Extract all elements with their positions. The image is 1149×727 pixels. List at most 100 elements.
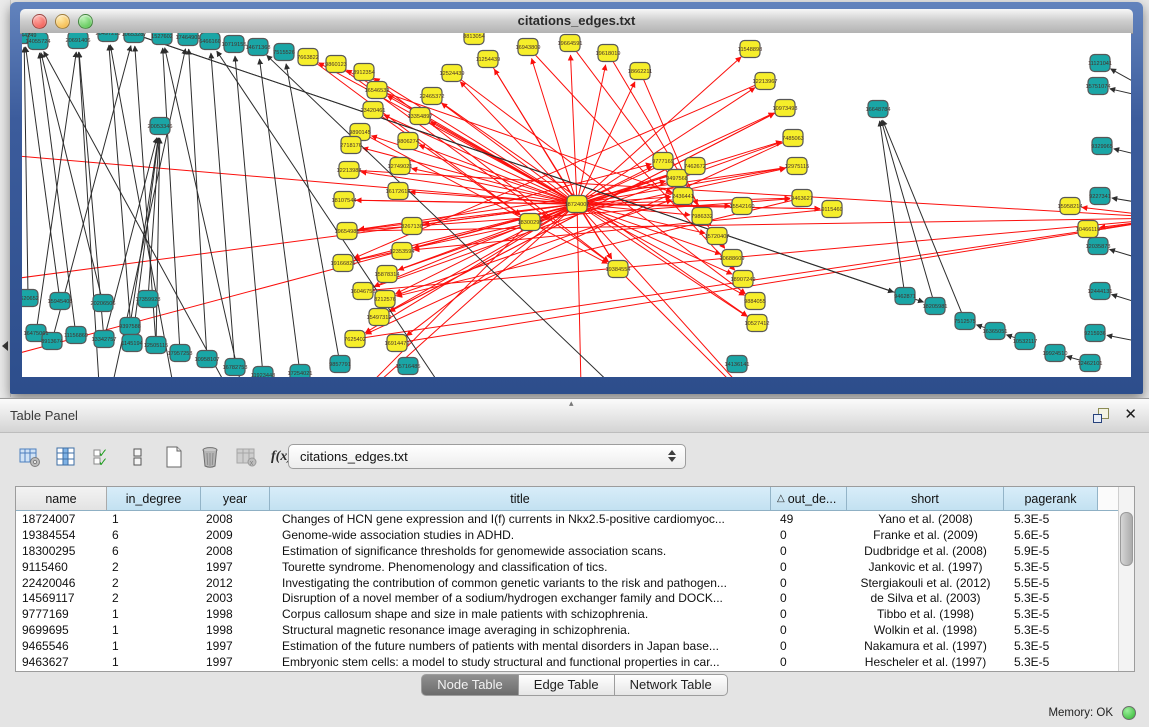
graph-edge[interactable] bbox=[1110, 249, 1132, 268]
close-panel-icon[interactable]: ✕ bbox=[1124, 406, 1137, 424]
table-row[interactable]: 977716911998Corpus callosum shape and si… bbox=[16, 606, 1134, 622]
graph-node-label: 10532117 bbox=[1013, 339, 1037, 345]
panel-collapse-arrow-icon[interactable] bbox=[2, 341, 8, 351]
table-tabs: Node TableEdge TableNetwork Table bbox=[0, 674, 1149, 696]
tab-network-table[interactable]: Network Table bbox=[615, 674, 728, 696]
select-all-columns-icon[interactable]: ✓✓ bbox=[88, 443, 115, 471]
cell-title: Embryonic stem cells: a model to study s… bbox=[270, 655, 771, 669]
graph-node-label: 20206506 bbox=[91, 301, 116, 307]
cell-title: Tourette syndrome. Phenomenology and cla… bbox=[270, 560, 771, 574]
cell-pagerank: 5.3E-5 bbox=[1004, 607, 1098, 621]
graph-edge[interactable] bbox=[322, 228, 524, 377]
show-columns-icon[interactable] bbox=[52, 443, 79, 471]
graph-edge[interactable] bbox=[881, 121, 932, 298]
table-row[interactable]: 1830029562008Estimation of significance … bbox=[16, 543, 1134, 559]
create-table-icon[interactable] bbox=[160, 443, 187, 471]
graph-edge[interactable] bbox=[1112, 295, 1132, 314]
table-row[interactable]: 1938455462009Genome-wide association stu… bbox=[16, 527, 1134, 543]
column-header-year[interactable]: year bbox=[201, 487, 270, 510]
close-button[interactable] bbox=[32, 14, 47, 29]
graph-node-label: 15497312 bbox=[367, 315, 392, 321]
graph-edge[interactable] bbox=[109, 45, 131, 334]
table-row[interactable]: 946362711997Embryonic stem cells: a mode… bbox=[16, 654, 1134, 670]
graph-edge[interactable] bbox=[22, 205, 568, 283]
graph-edge[interactable] bbox=[883, 120, 962, 313]
graph-node-label: 15716485 bbox=[396, 364, 421, 370]
table-scrollbar[interactable] bbox=[1118, 487, 1134, 671]
table-panel-title: Table Panel bbox=[10, 399, 78, 432]
graph-node-label: 17254021 bbox=[288, 371, 313, 377]
graph-edge[interactable] bbox=[571, 55, 577, 195]
cell-pagerank: 5.9E-5 bbox=[1004, 544, 1098, 558]
column-header-pagerank[interactable]: pagerank bbox=[1004, 487, 1098, 510]
graph-node-label: 6466160 bbox=[199, 39, 221, 45]
tab-edge-table[interactable]: Edge Table bbox=[519, 674, 615, 696]
graph-node-label: 15958214 bbox=[1058, 204, 1083, 210]
column-header-name[interactable]: name bbox=[16, 487, 107, 510]
graph-edge[interactable] bbox=[613, 61, 711, 226]
tab-node-table[interactable]: Node Table bbox=[421, 674, 519, 696]
graph-edge[interactable] bbox=[211, 53, 234, 358]
table-options-icon[interactable] bbox=[16, 443, 43, 471]
scrollbar-thumb[interactable] bbox=[1120, 512, 1133, 566]
table-row[interactable]: 911546021997Tourette syndrome. Phenomeno… bbox=[16, 559, 1134, 575]
cell-short: Yano et al. (2008) bbox=[847, 512, 1004, 526]
cell-short: Franke et al. (2009) bbox=[847, 528, 1004, 542]
cell-name: 9463627 bbox=[16, 655, 107, 669]
cell-in_degree: 6 bbox=[107, 528, 201, 542]
memory-ok-indicator[interactable] bbox=[1122, 706, 1136, 720]
row-height-icon[interactable] bbox=[124, 443, 151, 471]
graph-edge[interactable] bbox=[286, 64, 338, 355]
graph-edge[interactable] bbox=[24, 47, 28, 289]
graph-edge[interactable] bbox=[1107, 335, 1131, 348]
graph-node-label: 9227341 bbox=[1089, 194, 1111, 200]
table-row[interactable]: 1872400712008Changes of HCN gene express… bbox=[16, 511, 1134, 527]
column-header-in_degree[interactable]: in_degree bbox=[107, 487, 201, 510]
float-window-icon[interactable] bbox=[1093, 408, 1109, 423]
minimize-button[interactable] bbox=[55, 14, 70, 29]
zoom-button[interactable] bbox=[78, 14, 93, 29]
table-row[interactable]: 1456911722003Disruption of a novel membe… bbox=[16, 590, 1134, 606]
graph-edge[interactable] bbox=[54, 46, 131, 333]
graph-edge[interactable] bbox=[235, 56, 262, 366]
graph-edge[interactable] bbox=[431, 122, 570, 200]
network-window-titlebar[interactable]: citations_edges.txt bbox=[20, 9, 1133, 34]
cell-short: Stergiakouli et al. (2012) bbox=[847, 576, 1004, 590]
graph-node-label: 19384554 bbox=[606, 267, 631, 273]
graph-node-label: 14671368 bbox=[246, 45, 271, 51]
graph-node-label: 8912354 bbox=[353, 70, 375, 76]
graph-node-label: 7625402 bbox=[344, 337, 366, 343]
column-header-out_de[interactable]: △out_de... bbox=[771, 487, 847, 510]
network-graph[interactable]: 1294424914055724206914062049721810653287… bbox=[22, 33, 1131, 377]
cell-year: 1997 bbox=[201, 639, 270, 653]
graph-node-label: 16365051 bbox=[983, 329, 1008, 335]
cell-in_degree: 1 bbox=[107, 512, 201, 526]
graph-edge[interactable] bbox=[189, 49, 207, 350]
graph-edge[interactable] bbox=[880, 121, 904, 287]
table-panel-header: ▴ Table Panel ✕ bbox=[0, 398, 1149, 433]
graph-edge[interactable] bbox=[1111, 69, 1132, 103]
cell-in_degree: 6 bbox=[107, 544, 201, 558]
cell-short: de Silva et al. (2003) bbox=[847, 591, 1004, 605]
graph-node-label: 16172612 bbox=[386, 189, 411, 195]
graph-edge[interactable] bbox=[163, 48, 180, 344]
graph-edge[interactable] bbox=[26, 47, 59, 292]
graph-edge[interactable] bbox=[356, 218, 1131, 231]
graph-node-label: 7485063 bbox=[782, 136, 804, 142]
graph-edge[interactable] bbox=[1112, 198, 1131, 208]
cell-in_degree: 1 bbox=[107, 623, 201, 637]
table-selector-dropdown[interactable]: citations_edges.txt bbox=[288, 444, 686, 469]
graph-edge[interactable] bbox=[260, 59, 299, 364]
table-row[interactable]: 2242004622012Investigating the contribut… bbox=[16, 575, 1134, 591]
graph-edge[interactable] bbox=[37, 52, 76, 324]
graph-edge[interactable] bbox=[1114, 149, 1131, 163]
table-row[interactable]: 969969511998Structural magnetic resonanc… bbox=[16, 622, 1134, 638]
splitter-arrow-icon[interactable]: ▴ bbox=[569, 398, 574, 409]
network-view-canvas[interactable]: 1294424914055724206914062049721810653287… bbox=[22, 33, 1131, 377]
table-row[interactable]: 946554611997Estimation of the future num… bbox=[16, 638, 1134, 654]
graph-node-label: 1145194 bbox=[121, 341, 142, 347]
column-header-short[interactable]: short bbox=[847, 487, 1004, 510]
column-header-title[interactable]: title bbox=[270, 487, 771, 510]
delete-table-icon[interactable] bbox=[196, 443, 223, 471]
graph-edge[interactable] bbox=[1110, 89, 1131, 103]
